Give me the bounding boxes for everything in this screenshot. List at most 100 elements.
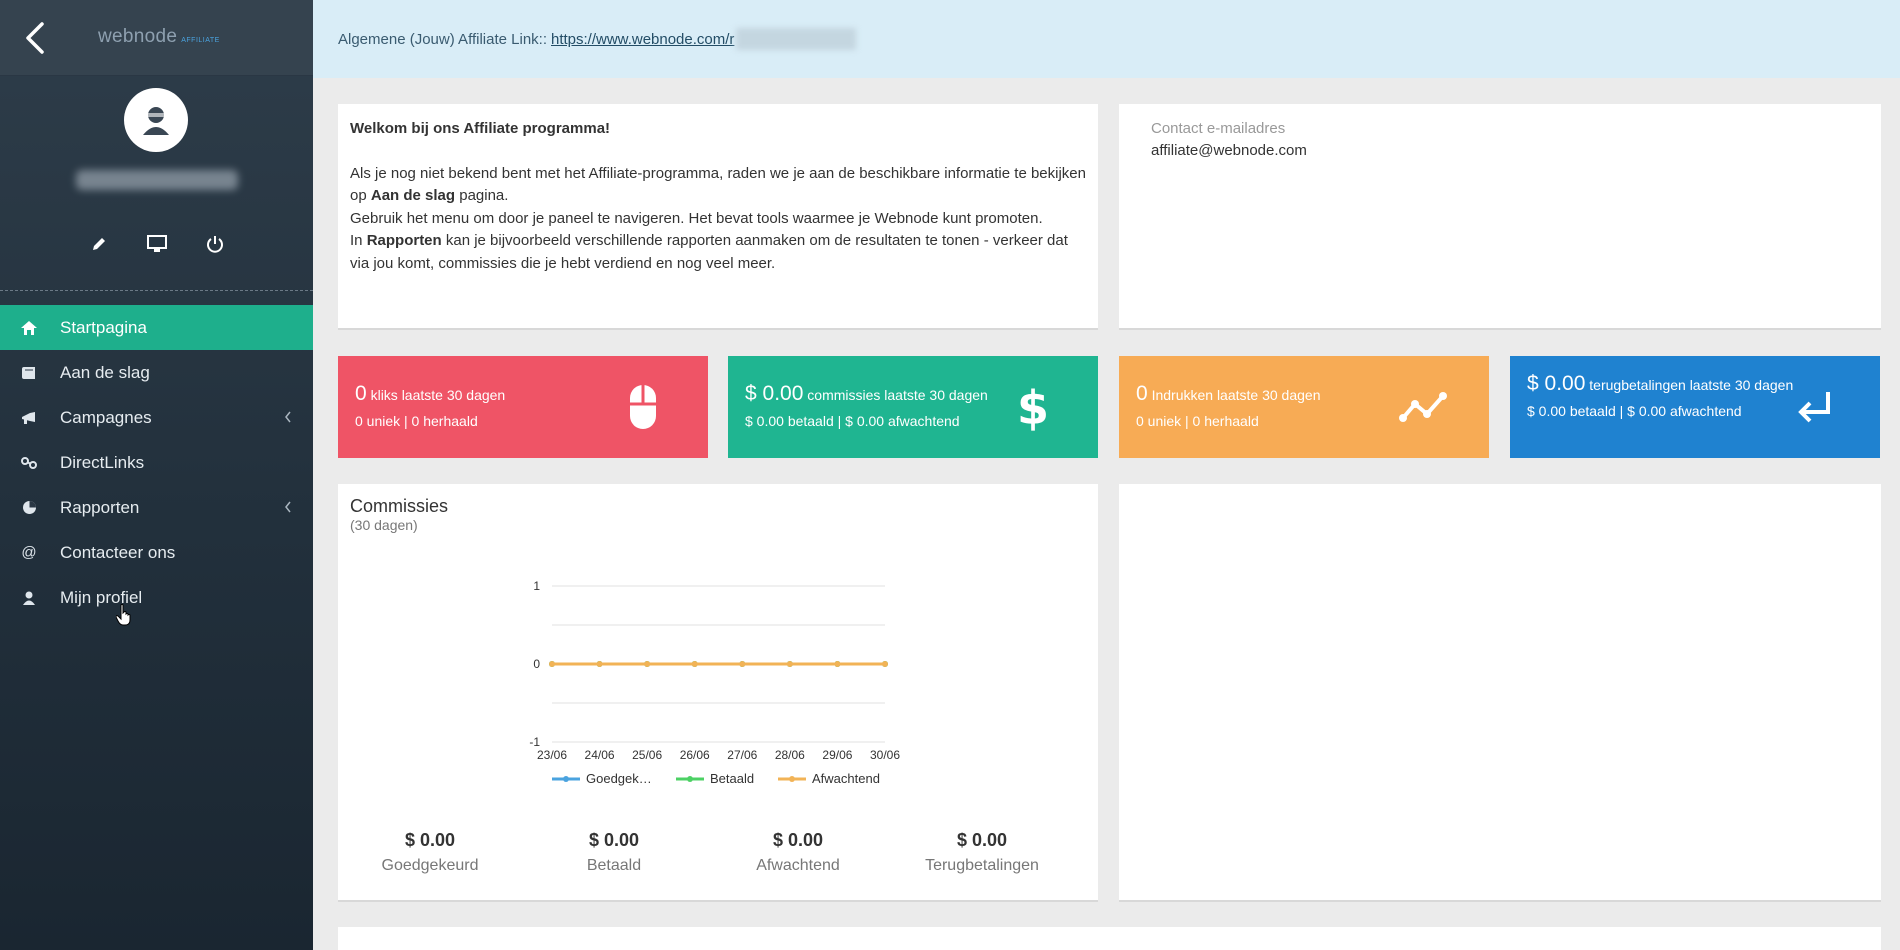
data-point — [596, 661, 603, 667]
welcome-text-part: pagina. — [455, 187, 509, 204]
sidebar-item-rapporten[interactable]: Rapporten — [0, 485, 313, 530]
welcome-text: Gebruik het menu om door je paneel te na… — [350, 209, 1043, 227]
avatar[interactable] — [124, 88, 188, 152]
profile-tools — [0, 234, 313, 254]
affiliate-link-label: Algemene (Jouw) Affiliate Link:: — [338, 30, 547, 48]
sidebar-nav: Startpagina Aan de slag Campagnes Direct… — [0, 305, 313, 620]
data-point — [739, 661, 746, 667]
stat-value: $ 0.00 — [1527, 372, 1586, 395]
welcome-text-part: In — [350, 232, 367, 249]
book-icon — [20, 364, 38, 382]
trend-line-icon — [1399, 392, 1447, 422]
total-betaald: $ 0.00 Betaald — [522, 830, 706, 875]
mouse-icon — [630, 385, 656, 429]
commissions-panel: Commissies (30 dagen) 1 0 -1 23/06 24/06 25/0… — [338, 484, 1098, 902]
svg-text:$: $ — [1017, 382, 1049, 432]
total-label: Betaald — [586, 857, 642, 874]
stat-card-commissions[interactable]: $ 0.00 commissies laatste 30 dagen $ 0.0… — [728, 356, 1098, 458]
affiliate-link[interactable]: https://www.webnode.com/r — [551, 31, 734, 48]
stat-card-clicks[interactable]: 0 kliks laatste 30 dagen 0 uniek | 0 her… — [338, 356, 708, 458]
x-tick-label: 23/06 — [537, 748, 567, 762]
username-blurred — [76, 170, 238, 190]
legend-label: Goedgek… — [586, 771, 652, 786]
x-tick-label: 28/06 — [775, 748, 805, 762]
welcome-panel: Welkom bij ons Affiliate programma! Als … — [338, 104, 1098, 330]
sidebar-item-contacteer-ons[interactable]: @ Contacteer ons — [0, 530, 313, 575]
affiliate-link-blurred — [736, 28, 857, 50]
total-label: Afwachtend — [756, 857, 840, 874]
chevron-left-icon — [285, 501, 291, 513]
stat-title: commissies laatste 30 dagen — [807, 387, 988, 403]
x-tick-label: 30/06 — [870, 748, 900, 762]
x-tick-label: 26/06 — [680, 748, 710, 762]
stat-card-impressions[interactable]: 0 Indrukken laatste 30 dagen 0 uniek | 0… — [1119, 356, 1489, 458]
sidebar-item-label: DirectLinks — [60, 452, 145, 472]
stat-title: kliks laatste 30 dagen — [370, 387, 506, 403]
x-tick-label: 27/06 — [727, 748, 757, 762]
sidebar-item-startpagina[interactable]: Startpagina — [0, 305, 313, 350]
hand-cursor-icon — [116, 604, 131, 626]
affiliate-link-bar: Algemene (Jouw) Affiliate Link:: https:/… — [313, 0, 1900, 78]
data-point — [691, 661, 698, 667]
y-tick-label: 0 — [533, 657, 540, 671]
data-point — [882, 661, 888, 667]
at-icon: @ — [21, 544, 37, 561]
sidebar-item-label: Campagnes — [60, 407, 152, 427]
sidebar-item-label: Contacteer ons — [60, 542, 176, 562]
welcome-text: Als je nog niet bekend bent met het Affi… — [350, 164, 1086, 182]
stat-value: 0 — [355, 382, 367, 405]
aan-de-slag-link[interactable]: Aan de slag — [371, 187, 455, 204]
commissions-chart: 1 0 -123/06 24/06 25/06 26/06 27/06 28/06 29/06 3… — [529, 579, 900, 786]
commission-totals: $ 0.00 Goedgekeurd $ 0.00 Betaald $ 0.00 Af… — [338, 830, 1098, 875]
y-tick-label: -1 — [529, 735, 540, 749]
data-point — [549, 661, 555, 667]
sidebar-item-mijn-profiel[interactable]: Mijn profiel — [0, 575, 313, 620]
divider — [0, 290, 313, 291]
sidebar-item-label: Rapporten — [60, 497, 140, 517]
stat-card-refunds[interactable]: $ 0.00 terugbetalingen laatste 30 dagen … — [1510, 356, 1880, 458]
sidebar-item-aan-de-slag[interactable]: Aan de slag — [0, 350, 313, 395]
stat-title: terugbetalingen laatste 30 dagen — [1589, 377, 1794, 393]
total-terugbetalingen: $ 0.00 Terugbetalingen — [890, 830, 1074, 875]
rapporten-link[interactable]: Rapporten — [367, 232, 442, 249]
logo-sub: AFFILIATE — [181, 37, 220, 44]
bottom-panel — [338, 927, 1881, 950]
legend-label: Afwachtend — [812, 771, 880, 786]
sidebar-item-directlinks[interactable]: DirectLinks — [0, 440, 313, 485]
commissions-title: Commissies — [350, 496, 449, 516]
sidebar: webnode AFFILIATE Startpagina Aan de slag… — [0, 0, 313, 950]
edit-pencil-icon[interactable] — [89, 234, 109, 254]
data-point — [786, 661, 793, 667]
stat-value: 0 — [1136, 382, 1148, 405]
data-point — [834, 661, 841, 667]
welcome-text-part: kan je bijvoorbeeld verschillende rappor… — [350, 232, 1068, 272]
welcome-text: In Rapporten kan je bijvoorbeeld verschi… — [350, 230, 1086, 275]
total-label: Goedgekeurd — [381, 857, 479, 874]
link-icon — [20, 454, 38, 472]
total-amount: $ 0.00 — [772, 830, 824, 850]
legend-marker — [789, 776, 795, 782]
total-amount: $ 0.00 — [588, 830, 640, 850]
welcome-title: Welkom bij ons Affiliate programma! — [350, 120, 611, 137]
contact-email[interactable]: affiliate@webnode.com — [1151, 140, 1849, 162]
total-label: Terugbetalingen — [925, 857, 1039, 874]
total-amount: $ 0.00 — [956, 830, 1008, 850]
logo[interactable]: webnode AFFILIATE — [98, 26, 220, 48]
back-arrow-icon[interactable] — [22, 20, 48, 56]
user-icon — [20, 589, 38, 607]
stat-title: Indrukken laatste 30 dagen — [1151, 387, 1321, 403]
empty-panel — [1119, 484, 1881, 902]
home-icon — [20, 319, 38, 337]
data-point — [644, 661, 651, 667]
sidebar-item-label: Aan de slag — [60, 362, 150, 382]
pie-chart-icon — [20, 499, 38, 517]
x-tick-label: 24/06 — [585, 748, 615, 762]
power-icon[interactable] — [205, 234, 225, 254]
sidebar-item-campagnes[interactable]: Campagnes — [0, 395, 313, 440]
legend-label: Betaald — [710, 771, 754, 786]
total-goedgekeurd: $ 0.00 Goedgekeurd — [338, 830, 522, 875]
contact-panel: Contact e-mailadres affiliate@webnode.co… — [1119, 104, 1881, 330]
bullhorn-icon — [20, 409, 38, 427]
monitor-icon[interactable] — [146, 234, 167, 254]
commissions-subtitle: (30 dagen) — [350, 517, 418, 533]
